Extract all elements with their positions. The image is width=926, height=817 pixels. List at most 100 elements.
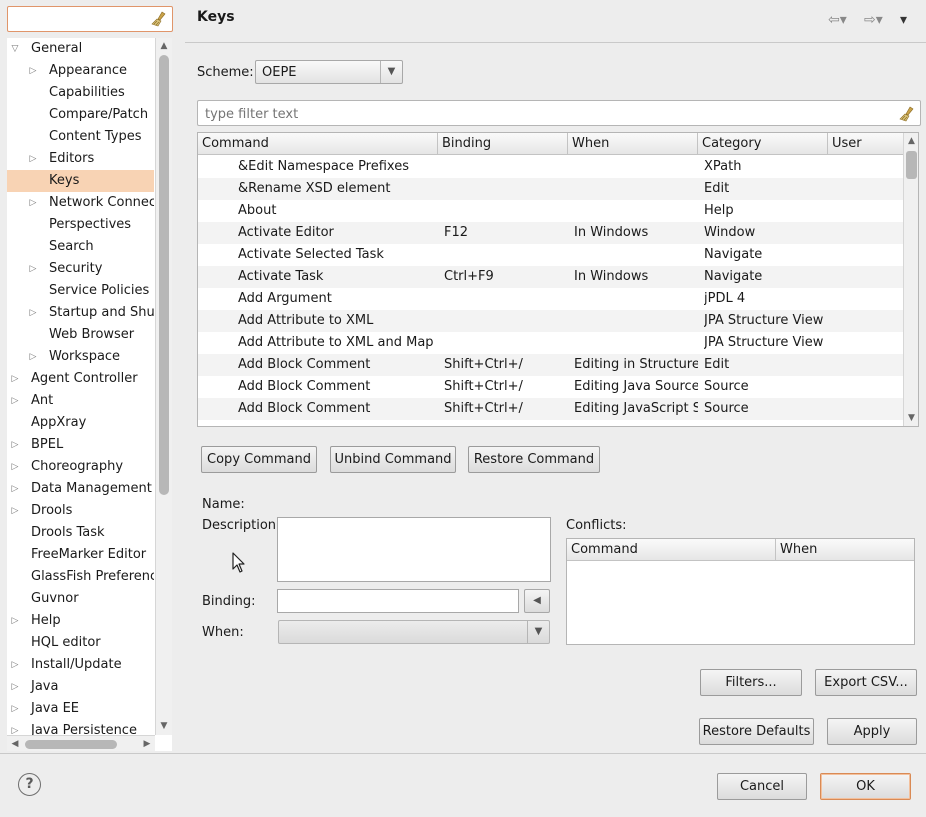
description-textarea[interactable] [277, 517, 551, 582]
column-header-binding[interactable]: Binding [438, 133, 568, 155]
restore-defaults-button[interactable]: Restore Defaults [699, 718, 814, 745]
view-menu-icon[interactable]: ▾ [900, 12, 907, 28]
tree-item[interactable]: ▷ Editors [7, 148, 154, 170]
collapsed-triangle-icon[interactable]: ▷ [27, 192, 39, 214]
tree-item[interactable]: ▷ Java [7, 676, 154, 698]
forward-arrow-icon[interactable]: ⇨▾ [864, 12, 883, 28]
table-row[interactable]: Add Block Comment Shift+Ctrl+/ Editing Jav… [198, 376, 903, 398]
keys-table-scrollbar[interactable]: ▲ ▼ [903, 133, 918, 426]
tree-item[interactable]: ▷ Startup and Shutdown [7, 302, 154, 324]
scroll-left-arrow-icon[interactable]: ◀ [7, 736, 23, 751]
tree-item[interactable]: Keys [7, 170, 154, 192]
tree-item[interactable]: Search [7, 236, 154, 258]
collapsed-triangle-icon[interactable]: ▷ [27, 302, 39, 324]
tree-vertical-scrollbar[interactable]: ▲ ▼ [155, 38, 172, 735]
collapsed-triangle-icon[interactable]: ▷ [9, 478, 21, 500]
collapsed-triangle-icon[interactable]: ▷ [9, 456, 21, 478]
tree-item[interactable]: ▷ Data Management [7, 478, 154, 500]
clear-broom-icon[interactable] [899, 106, 915, 122]
apply-button[interactable]: Apply [827, 718, 917, 745]
help-icon[interactable]: ? [18, 773, 41, 796]
binding-menu-arrow-icon[interactable]: ◀ [524, 589, 550, 613]
cancel-button[interactable]: Cancel [717, 773, 807, 800]
tree-item[interactable]: ▷ Java EE [7, 698, 154, 720]
tree-item[interactable]: ▷ Network Connections [7, 192, 154, 214]
collapsed-triangle-icon[interactable]: ▷ [27, 60, 39, 82]
collapsed-triangle-icon[interactable]: ▷ [27, 346, 39, 368]
table-row[interactable]: Add Attribute to XML and Map ... JPA Stru… [198, 332, 903, 354]
copy-command-button[interactable]: Copy Command [201, 446, 317, 473]
tree-item[interactable]: Compare/Patch [7, 104, 154, 126]
unbind-command-button[interactable]: Unbind Command [330, 446, 456, 473]
preferences-tree[interactable]: ▽ General ▷ Appearance Capabilities Compare/P… [7, 38, 172, 751]
scroll-up-arrow-icon[interactable]: ▲ [904, 133, 918, 149]
ok-button[interactable]: OK [820, 773, 911, 800]
tree-item[interactable]: Content Types [7, 126, 154, 148]
keys-table-scroll-thumb[interactable] [906, 151, 917, 179]
tree-item[interactable]: ▷ Choreography [7, 456, 154, 478]
scroll-down-arrow-icon[interactable]: ▼ [156, 718, 172, 734]
collapsed-triangle-icon[interactable]: ▷ [9, 654, 21, 676]
keys-filter-field[interactable] [197, 100, 921, 126]
keys-filter-input[interactable] [203, 105, 893, 123]
collapsed-triangle-icon[interactable]: ▷ [9, 676, 21, 698]
tree-item[interactable]: ▷ BPEL [7, 434, 154, 456]
scroll-down-arrow-icon[interactable]: ▼ [904, 410, 918, 426]
chevron-down-icon[interactable]: ▼ [527, 621, 549, 643]
clear-broom-icon[interactable] [151, 11, 167, 27]
scheme-dropdown[interactable]: OEPE ▼ [255, 60, 403, 84]
tree-horizontal-scrollbar[interactable]: ◀ ▶ [7, 735, 155, 751]
collapsed-triangle-icon[interactable]: ▷ [27, 148, 39, 170]
table-row[interactable]: Add Block Comment Shift+Ctrl+/ Editing in … [198, 354, 903, 376]
filters-button[interactable]: Filters... [700, 669, 802, 696]
collapsed-triangle-icon[interactable]: ▷ [9, 500, 21, 522]
scroll-right-arrow-icon[interactable]: ▶ [139, 736, 155, 751]
tree-item[interactable]: Perspectives [7, 214, 154, 236]
tree-item[interactable]: ▷ Workspace [7, 346, 154, 368]
tree-item[interactable]: Web Browser [7, 324, 154, 346]
tree-item[interactable]: ▷ Install/Update [7, 654, 154, 676]
tree-filter-field[interactable] [7, 6, 173, 32]
conflicts-table[interactable]: Command When [566, 538, 915, 645]
column-header-user[interactable]: User [828, 133, 903, 155]
table-row[interactable]: Activate Task Ctrl+F9 In Windows Navigate [198, 266, 903, 288]
column-header-when[interactable]: When [568, 133, 698, 155]
restore-command-button[interactable]: Restore Command [468, 446, 600, 473]
tree-filter-input[interactable] [11, 10, 147, 28]
table-row[interactable]: Activate Selected Task Navigate [198, 244, 903, 266]
export-csv-button[interactable]: Export CSV... [815, 669, 917, 696]
tree-item[interactable]: Service Policies [7, 280, 154, 302]
column-header-command[interactable]: Command [198, 133, 438, 155]
tree-item[interactable]: AppXray [7, 412, 154, 434]
table-row[interactable]: Add Attribute to XML JPA Structure View [198, 310, 903, 332]
tree-item[interactable]: ▷ Help [7, 610, 154, 632]
collapsed-triangle-icon[interactable]: ▷ [9, 368, 21, 390]
when-dropdown[interactable]: ▼ [278, 620, 550, 644]
tree-hscroll-thumb[interactable] [25, 740, 117, 749]
table-row[interactable]: Add Argument jPDL 4 [198, 288, 903, 310]
table-row[interactable]: Add Block Comment Shift+Ctrl+/ Editing Jav… [198, 398, 903, 420]
tree-item[interactable]: ▷ Agent Controller [7, 368, 154, 390]
tree-item[interactable]: ▷ Java Persistence [7, 720, 154, 735]
tree-item[interactable]: ▷ Appearance [7, 60, 154, 82]
tree-item[interactable]: ▽ General [7, 38, 154, 60]
back-arrow-icon[interactable]: ⇦▾ [828, 12, 847, 28]
binding-input[interactable] [278, 590, 518, 612]
tree-item[interactable]: GlassFish Preferences [7, 566, 154, 588]
collapsed-triangle-icon[interactable]: ▷ [9, 610, 21, 632]
keys-table[interactable]: Command Binding When Category User &Edit… [197, 132, 919, 427]
tree-item[interactable]: Drools Task [7, 522, 154, 544]
column-header-category[interactable]: Category [698, 133, 828, 155]
table-row[interactable]: About Help [198, 200, 903, 222]
chevron-down-icon[interactable]: ▼ [380, 61, 402, 83]
table-row[interactable]: &Rename XSD element Edit [198, 178, 903, 200]
expanded-triangle-icon[interactable]: ▽ [9, 38, 21, 60]
tree-item[interactable]: Capabilities [7, 82, 154, 104]
tree-item[interactable]: FreeMarker Editor [7, 544, 154, 566]
tree-item[interactable]: ▷ Ant [7, 390, 154, 412]
tree-item[interactable]: HQL editor [7, 632, 154, 654]
tree-vscroll-thumb[interactable] [159, 55, 169, 495]
conflicts-column-command[interactable]: Command [567, 539, 776, 561]
tree-item[interactable]: Guvnor [7, 588, 154, 610]
collapsed-triangle-icon[interactable]: ▷ [9, 720, 21, 735]
